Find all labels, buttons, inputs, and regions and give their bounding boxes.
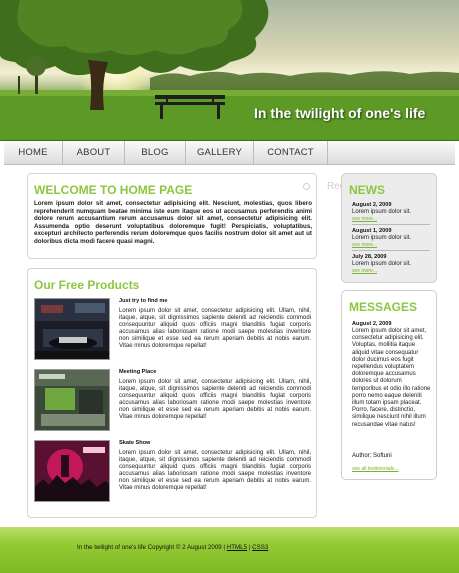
news-more-link-2[interactable]: see more... bbox=[352, 242, 377, 248]
footer-html5-link[interactable]: HTML5 bbox=[227, 544, 247, 551]
nav-blog[interactable]: BLOG bbox=[125, 141, 186, 165]
footer-css3-link[interactable]: CSS3 bbox=[252, 544, 268, 551]
news-date-1: August 2, 2009 bbox=[352, 202, 392, 208]
footer-copyright: In the twilight of one's life Copyright … bbox=[77, 544, 226, 551]
product-desc-2: Lorem ipsum dolor sit amet, consectetur … bbox=[119, 379, 311, 421]
news-more-link-3[interactable]: see more... bbox=[352, 268, 377, 274]
news-text-2: Lorem ipsum dolor sit. bbox=[352, 235, 412, 241]
products-heading: Our Free Products bbox=[34, 278, 140, 292]
messages-box: MESSAGES August 2, 2009 Lorem ipsum dolo… bbox=[341, 290, 437, 480]
news-date-3: July 28, 2009 bbox=[352, 254, 387, 260]
watermark-icon bbox=[303, 183, 310, 190]
welcome-text: Lorem ipsum dolor sit amet, consectetur … bbox=[34, 200, 312, 245]
product-thumbnail-2[interactable] bbox=[34, 369, 110, 431]
message-author: Author: Softuni bbox=[352, 453, 392, 459]
footer: In the twilight of one's life Copyright … bbox=[0, 527, 459, 573]
news-divider bbox=[352, 224, 430, 225]
footer-text: In the twilight of one's life Copyright … bbox=[77, 544, 268, 551]
product-title-2: Meeting Place bbox=[119, 369, 157, 375]
news-text-3: Lorem ipsum dolor sit. bbox=[352, 261, 412, 267]
news-date-2: August 1, 2009 bbox=[352, 228, 392, 234]
messages-heading: MESSAGES bbox=[349, 300, 418, 314]
news-heading: NEWS bbox=[349, 183, 385, 197]
product-thumbnail-3[interactable] bbox=[34, 440, 110, 502]
nav-home[interactable]: HOME bbox=[4, 141, 63, 165]
nav-gallery[interactable]: GALLERY bbox=[186, 141, 254, 165]
message-date: August 2, 2009 bbox=[352, 321, 392, 327]
footer-separator: | bbox=[248, 544, 251, 551]
news-box: NEWS August 2, 2009 Lorem ipsum dolor si… bbox=[341, 173, 437, 283]
product-desc-3: Lorem ipsum dolor sit amet, consectetur … bbox=[119, 450, 311, 492]
product-thumbnail-1[interactable] bbox=[34, 298, 110, 360]
news-text-1: Lorem ipsum dolor sit. bbox=[352, 209, 412, 215]
nav-contact[interactable]: CONTACT bbox=[254, 141, 328, 165]
news-divider bbox=[352, 250, 430, 251]
product-title-1: Just try to find me bbox=[119, 298, 168, 304]
news-more-link-1[interactable]: see more... bbox=[352, 216, 377, 222]
message-text: Lorem ipsum dolor sit amet, consectetur … bbox=[352, 328, 431, 428]
welcome-box: WELCOME TO HOME PAGE Lorem ipsum dolor s… bbox=[27, 173, 317, 259]
header-banner: In the twilight of one's life bbox=[0, 0, 459, 141]
nav-about[interactable]: ABOUT bbox=[63, 141, 125, 165]
site-title: In the twilight of one's life bbox=[254, 105, 426, 121]
main-nav: HOME ABOUT BLOG GALLERY CONTACT bbox=[4, 141, 455, 165]
product-desc-1: Lorem ipsum dolor sit amet, consectetur … bbox=[119, 308, 311, 350]
testimonials-link[interactable]: see all testimonials... bbox=[352, 466, 398, 472]
products-box: Our Free Products Just try to find me Lo… bbox=[27, 268, 317, 518]
product-title-3: Skate Show bbox=[119, 440, 151, 446]
welcome-heading: WELCOME TO HOME PAGE bbox=[34, 183, 193, 197]
